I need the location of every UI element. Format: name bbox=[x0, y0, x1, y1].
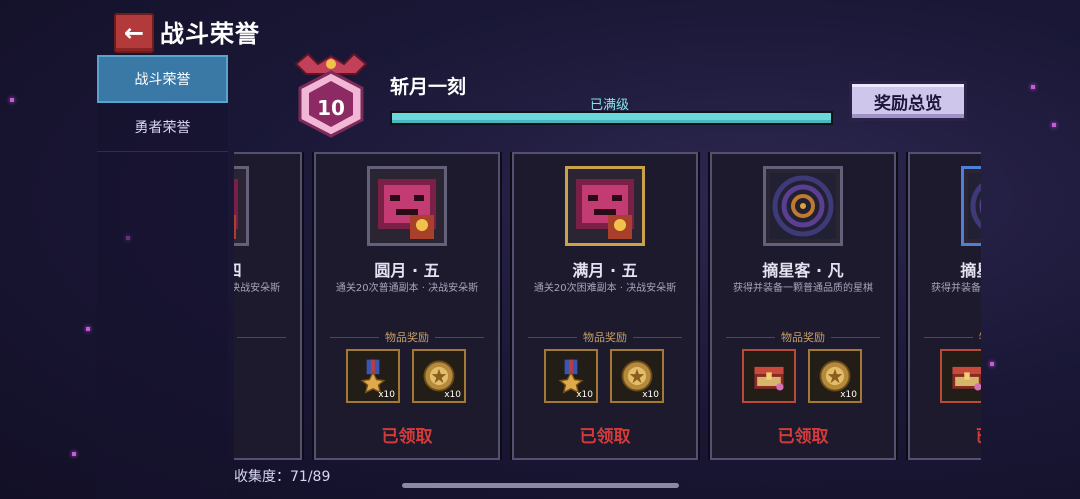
reward-item-slot[interactable]: x10 bbox=[346, 349, 400, 403]
progress-fill bbox=[392, 113, 831, 123]
star-decoration bbox=[990, 362, 994, 366]
achievement-card[interactable]: 摘星客 · 良获得并装备一颗优秀品质的星棋物品奖励x10已领取 bbox=[906, 152, 982, 460]
sidebar: 战斗荣誉 勇者荣誉 bbox=[97, 55, 228, 152]
reward-section-label: 物品奖励 bbox=[234, 329, 286, 345]
reward-section-text: 物品奖励 bbox=[979, 329, 981, 345]
demon-mask-icon bbox=[367, 166, 447, 246]
reward-count: x10 bbox=[576, 390, 593, 400]
reward-section-text: 物品奖励 bbox=[385, 331, 429, 344]
card-name: 圆月 · 五 bbox=[374, 261, 440, 280]
claimed-status: 已领取 bbox=[234, 422, 300, 447]
reward-count: x10 bbox=[642, 390, 659, 400]
reward-section-label: 物品奖励 bbox=[726, 329, 880, 345]
card-name: 摘星客 · 良 bbox=[960, 261, 981, 280]
card-name: 满月 · 五 bbox=[572, 261, 638, 280]
reward-count: x10 bbox=[444, 390, 461, 400]
achievement-carousel[interactable]: 新月 · 四通关20次普通副本 · 决战安朵斯物品奖励x10已领取圆月 · 五通… bbox=[234, 152, 981, 460]
reward-section-label: 物品奖励 bbox=[330, 329, 484, 345]
page-title: 战斗荣誉 bbox=[160, 20, 260, 48]
achievement-card[interactable]: 摘星客 · 凡获得并装备一颗普通品质的星棋 物品奖励 x10 已领取 bbox=[708, 152, 898, 460]
reward-section-text: 物品奖励 bbox=[583, 331, 627, 344]
card-description: 通关20次困难副本 · 决战安朵斯 bbox=[533, 283, 677, 294]
home-indicator[interactable] bbox=[402, 483, 679, 488]
level-progress-bar bbox=[390, 111, 833, 125]
claimed-status: 已领取 bbox=[579, 427, 631, 447]
star-decoration bbox=[72, 452, 76, 456]
reward-section-label: 物品奖励 bbox=[924, 329, 981, 345]
swirl-star-icon bbox=[763, 166, 843, 246]
collection-progress: 收集度：71/89 bbox=[234, 469, 331, 485]
rewards-overview-button[interactable]: 奖励总览 bbox=[849, 81, 967, 121]
reward-count: x10 bbox=[378, 390, 395, 400]
sidebar-item-battle-honor[interactable]: 战斗荣誉 bbox=[97, 55, 228, 103]
demon-mask-icon bbox=[234, 166, 249, 246]
card-name: 新月 · 四 bbox=[234, 257, 300, 281]
arrow-left-icon: ← bbox=[123, 19, 145, 47]
card-description: 获得并装备一颗优秀品质的星棋 bbox=[931, 283, 981, 294]
card-description: 通关20次普通副本 · 决战安朵斯 bbox=[234, 283, 281, 294]
reward-item-slot[interactable]: x10 bbox=[544, 349, 598, 403]
sidebar-item-hero-honor[interactable]: 勇者荣誉 bbox=[97, 103, 228, 152]
reward-section-label: 物品奖励 bbox=[528, 329, 682, 345]
back-button[interactable]: ← bbox=[114, 13, 154, 53]
treasure-chest-icon bbox=[947, 356, 981, 400]
card-name: 摘星客 · 凡 bbox=[762, 261, 844, 280]
player-name: 斩月一刻 bbox=[390, 76, 467, 98]
swirl-star-icon bbox=[961, 166, 981, 246]
reward-item-slot[interactable]: x10 bbox=[412, 349, 466, 403]
reward-count: x10 bbox=[840, 390, 857, 400]
demon-mask-icon bbox=[565, 166, 645, 246]
claimed-status: 已领取 bbox=[777, 427, 829, 447]
achievement-card[interactable]: 新月 · 四通关20次普通副本 · 决战安朵斯物品奖励x10已领取 bbox=[234, 152, 304, 460]
star-decoration bbox=[1052, 123, 1056, 127]
card-description: 通关20次普通副本 · 决战安朵斯 bbox=[335, 283, 479, 294]
reward-item-slot[interactable] bbox=[940, 349, 981, 403]
star-decoration bbox=[1031, 85, 1035, 89]
reward-item-slot[interactable]: x10 bbox=[610, 349, 664, 403]
sidebar-item-label: 战斗荣誉 bbox=[134, 72, 191, 88]
achievement-card[interactable]: 圆月 · 五通关20次普通副本 · 决战安朵斯 物品奖励 x10 x10 已领取 bbox=[312, 152, 502, 460]
reward-item-slot[interactable] bbox=[742, 349, 796, 403]
star-decoration bbox=[86, 327, 90, 331]
reward-item-slot[interactable]: x10 bbox=[808, 349, 862, 403]
reward-section-text: 物品奖励 bbox=[781, 331, 825, 344]
achievement-card[interactable]: 满月 · 五通关20次困难副本 · 决战安朵斯 物品奖励 x10 x10 已领取 bbox=[510, 152, 700, 460]
card-description: 获得并装备一颗普通品质的星棋 bbox=[733, 283, 873, 294]
treasure-chest-icon bbox=[749, 356, 789, 400]
claimed-status: 已领取 bbox=[910, 422, 982, 447]
level-number: 10 bbox=[317, 96, 345, 120]
sidebar-item-label: 勇者荣誉 bbox=[134, 120, 191, 136]
claimed-status: 已领取 bbox=[381, 427, 433, 447]
star-decoration bbox=[10, 98, 14, 102]
